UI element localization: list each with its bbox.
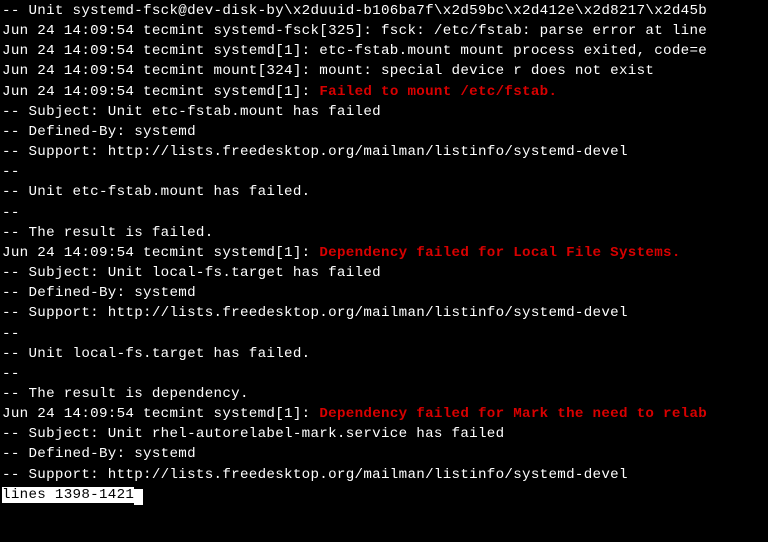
log-line: -- Defined-By: systemd bbox=[2, 444, 768, 464]
log-text: -- Unit local-fs.target has failed. bbox=[2, 346, 311, 362]
log-text: -- Subject: Unit local-fs.target has fai… bbox=[2, 265, 381, 281]
log-text: -- Support: http://lists.freedesktop.org… bbox=[2, 467, 628, 483]
log-error-text: Dependency failed for Mark the need to r… bbox=[319, 406, 707, 422]
log-line: -- Support: http://lists.freedesktop.org… bbox=[2, 142, 768, 162]
log-text: Jun 24 14:09:54 tecmint systemd[1]: bbox=[2, 245, 319, 261]
log-line: -- bbox=[2, 364, 768, 384]
log-text: -- bbox=[2, 326, 20, 342]
log-text: -- bbox=[2, 366, 20, 382]
log-line: Jun 24 14:09:54 tecmint mount[324]: moun… bbox=[2, 61, 768, 81]
log-text: Jun 24 14:09:54 tecmint systemd[1]: bbox=[2, 84, 319, 100]
log-text: -- The result is failed. bbox=[2, 225, 214, 241]
pager-status-line[interactable]: lines 1398-1421 bbox=[2, 485, 768, 505]
pager-position: lines 1398-1421 bbox=[2, 487, 134, 503]
log-line: Jun 24 14:09:54 tecmint systemd[1]: etc-… bbox=[2, 41, 768, 61]
log-line: -- bbox=[2, 203, 768, 223]
log-text: -- Defined-By: systemd bbox=[2, 446, 196, 462]
log-error-text: Failed to mount /etc/fstab. bbox=[319, 84, 557, 100]
log-line: -- bbox=[2, 324, 768, 344]
log-line: -- Support: http://lists.freedesktop.org… bbox=[2, 465, 768, 485]
log-line: -- Unit etc-fstab.mount has failed. bbox=[2, 182, 768, 202]
log-text: -- The result is dependency. bbox=[2, 386, 249, 402]
log-line: -- Support: http://lists.freedesktop.org… bbox=[2, 303, 768, 323]
log-line: Jun 24 14:09:54 tecmint systemd-fsck[325… bbox=[2, 21, 768, 41]
log-line: -- Subject: Unit local-fs.target has fai… bbox=[2, 263, 768, 283]
log-text: -- Defined-By: systemd bbox=[2, 124, 196, 140]
log-line: -- The result is failed. bbox=[2, 223, 768, 243]
log-line: -- Defined-By: systemd bbox=[2, 283, 768, 303]
cursor bbox=[134, 489, 143, 505]
log-line: Jun 24 14:09:54 tecmint systemd[1]: Depe… bbox=[2, 243, 768, 263]
log-text: -- bbox=[2, 164, 20, 180]
log-text: -- bbox=[2, 205, 20, 221]
terminal-output: -- Unit systemd-fsck@dev-disk-by\x2duuid… bbox=[2, 1, 768, 485]
log-text: Jun 24 14:09:54 tecmint mount[324]: moun… bbox=[2, 63, 654, 79]
log-line: -- Subject: Unit rhel-autorelabel-mark.s… bbox=[2, 424, 768, 444]
log-text: Jun 24 14:09:54 tecmint systemd[1]: etc-… bbox=[2, 43, 707, 59]
log-line: -- Subject: Unit etc-fstab.mount has fai… bbox=[2, 102, 768, 122]
log-line: Jun 24 14:09:54 tecmint systemd[1]: Depe… bbox=[2, 404, 768, 424]
log-text: -- Support: http://lists.freedesktop.org… bbox=[2, 305, 628, 321]
log-line: -- Unit local-fs.target has failed. bbox=[2, 344, 768, 364]
log-text: Jun 24 14:09:54 tecmint systemd[1]: bbox=[2, 406, 319, 422]
log-line: -- Defined-By: systemd bbox=[2, 122, 768, 142]
log-text: -- Subject: Unit rhel-autorelabel-mark.s… bbox=[2, 426, 504, 442]
log-text: -- Unit etc-fstab.mount has failed. bbox=[2, 184, 311, 200]
log-text: -- Unit systemd-fsck@dev-disk-by\x2duuid… bbox=[2, 3, 707, 19]
log-line: -- The result is dependency. bbox=[2, 384, 768, 404]
log-line: -- Unit systemd-fsck@dev-disk-by\x2duuid… bbox=[2, 1, 768, 21]
log-text: -- Defined-By: systemd bbox=[2, 285, 196, 301]
log-error-text: Dependency failed for Local File Systems… bbox=[319, 245, 680, 261]
log-line: Jun 24 14:09:54 tecmint systemd[1]: Fail… bbox=[2, 82, 768, 102]
log-text: -- Subject: Unit etc-fstab.mount has fai… bbox=[2, 104, 381, 120]
log-text: -- Support: http://lists.freedesktop.org… bbox=[2, 144, 628, 160]
log-line: -- bbox=[2, 162, 768, 182]
log-text: Jun 24 14:09:54 tecmint systemd-fsck[325… bbox=[2, 23, 707, 39]
